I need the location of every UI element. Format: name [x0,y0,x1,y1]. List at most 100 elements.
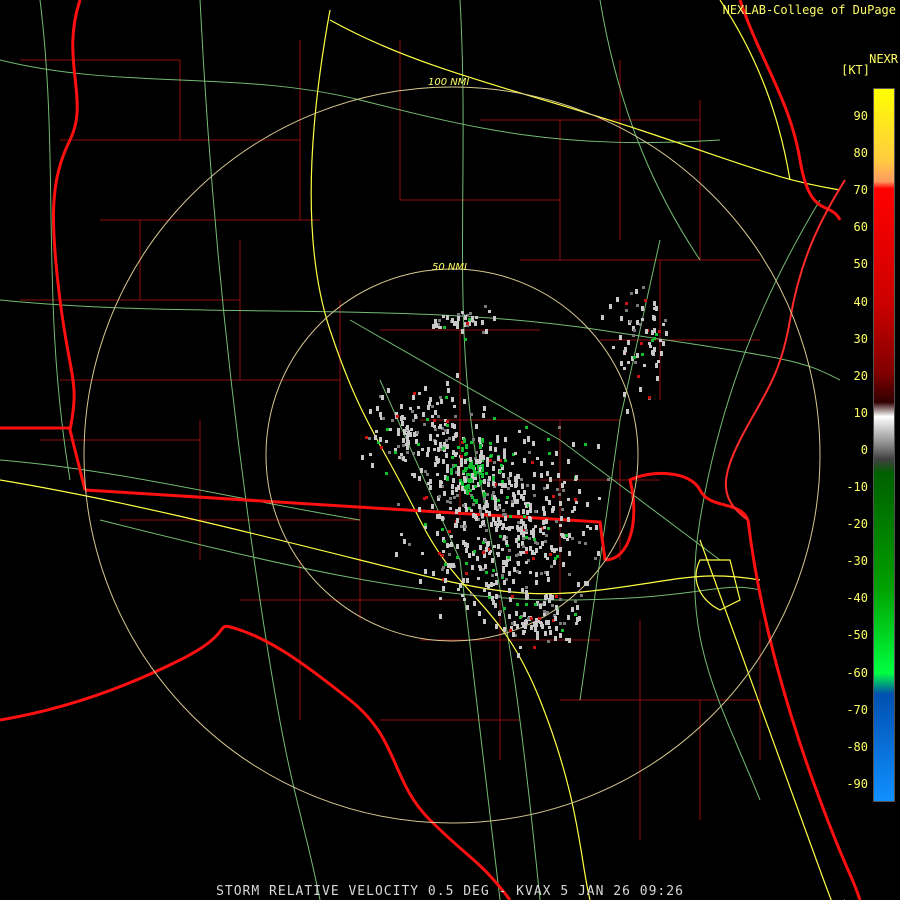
radar-echo-pixel [442,315,445,318]
radar-echo-pixel [394,451,397,454]
radar-echo-pixel [497,456,500,461]
radar-echo-pixel [508,614,511,619]
radar-echo-pixel [536,635,539,640]
radar-echo-pixel [502,509,505,512]
radar-echo-pixel [539,546,542,549]
radar-echo-pixel [397,433,400,436]
radar-echo-pixel [481,469,484,472]
radar-echo-pixel [450,535,453,538]
radar-echo-pixel [470,509,473,512]
radar-echo-pixel [509,515,512,518]
radar-echo-pixel [653,301,656,306]
radar-echo-pixel [623,392,626,397]
radar-echo-pixel [521,484,524,489]
radar-echo-pixel [568,533,571,538]
colorbar-tick: 80 [853,146,868,161]
radar-echo-pixel [630,292,633,295]
radar-echo-pixel [502,473,505,478]
radar-echo-pixel [561,629,564,632]
radar-echo-pixel [461,311,464,314]
radar-echo-pixel [597,551,600,556]
radar-echo-pixel [381,395,384,400]
radar-echo-pixel [559,633,562,638]
radar-echo-pixel [456,324,459,329]
radar-echo-pixel [459,583,462,588]
radar-echo-pixel [464,338,467,341]
colorbar-tick: 60 [853,220,868,235]
radar-echo-pixel [511,462,514,465]
radar-echo-pixel [520,494,523,499]
radar-echo-pixel [544,631,547,636]
radar-echo-pixel [532,441,535,446]
colorbar-tick: -90 [846,776,868,791]
radar-echo-pixel [454,415,457,418]
radar-echo-pixel [473,550,476,553]
radar-echo-pixel [559,501,562,506]
radar-echo-pixel [489,459,492,462]
radar-echo-pixel [492,491,495,494]
radar-echo-pixel [369,453,372,456]
radar-echo-pixel [387,388,390,393]
radar-echo-pixel [508,571,511,576]
radar-echo-pixel [444,429,447,432]
radar-echo-pixel [568,638,571,643]
radar-echo-pixel [463,399,466,404]
radar-echo-pixel [664,319,667,322]
radar-echo-pixel [466,473,469,476]
radar-echo-pixel [400,453,403,456]
radar-echo-pixel [639,387,642,392]
radar-echo-pixel [540,572,543,575]
radar-echo-pixel [529,571,532,574]
radar-echo-pixel [469,312,472,315]
radar-echo-pixel [361,455,364,460]
radar-echo-pixel [520,526,523,531]
radar-echo-pixel [567,459,570,464]
radar-echo-pixel [515,538,518,543]
radar-echo-pixel [486,493,489,496]
radar-echo-pixel [586,502,589,507]
radar-echo-pixel [513,494,516,499]
radar-echo-pixel [379,437,382,442]
radar-echo-pixel [620,316,623,321]
radar-echo-pixel [462,578,465,583]
radar-echo-pixel [517,653,520,658]
radar-echo-pixel [429,434,432,439]
radar-echo-pixel [497,544,500,549]
radar-echo-pixel [633,329,636,332]
radar-echo-pixel [525,529,528,532]
radar-echo-pixel [461,329,464,334]
radar-echo-pixel [450,468,453,471]
radar-echo-pixel [456,494,459,497]
radar-echo-pixel [472,465,475,470]
radar-echo-pixel [558,426,561,429]
radar-echo-pixel [536,457,539,460]
radar-echo-pixel [489,446,492,451]
radar-echo-pixel [497,499,500,502]
radar-echo-pixel [465,444,468,449]
radar-echo-pixel [508,588,511,593]
radar-echo-pixel [484,564,487,569]
radar-echo-pixel [506,496,509,499]
radar-echo-pixel [485,472,488,475]
radar-echo-pixel [446,420,449,423]
radar-echo-pixel [543,613,546,616]
radar-echo-pixel [554,636,557,641]
radar-echo-pixel [505,527,508,530]
radar-echo-pixel [568,573,571,576]
radar-echo-pixel [455,432,458,437]
radar-echo-pixel [469,457,472,462]
radar-echo-pixel [443,491,446,496]
radar-echo-pixel [549,553,552,556]
radar-echo-pixel [446,468,449,473]
radar-echo-pixel [473,601,476,606]
radar-echo-pixel [446,569,449,574]
radar-echo-pixel [482,520,485,525]
colorbar-tick: 30 [853,331,868,346]
radar-echo-pixel [504,437,507,442]
radar-echo-pixel [571,510,574,513]
radar-echo-pixel [446,500,449,503]
radar-echo-pixel [452,478,455,483]
radar-echo-pixel [466,322,469,325]
radar-echo-pixel [578,541,581,544]
radar-echo-pixel [543,526,546,529]
